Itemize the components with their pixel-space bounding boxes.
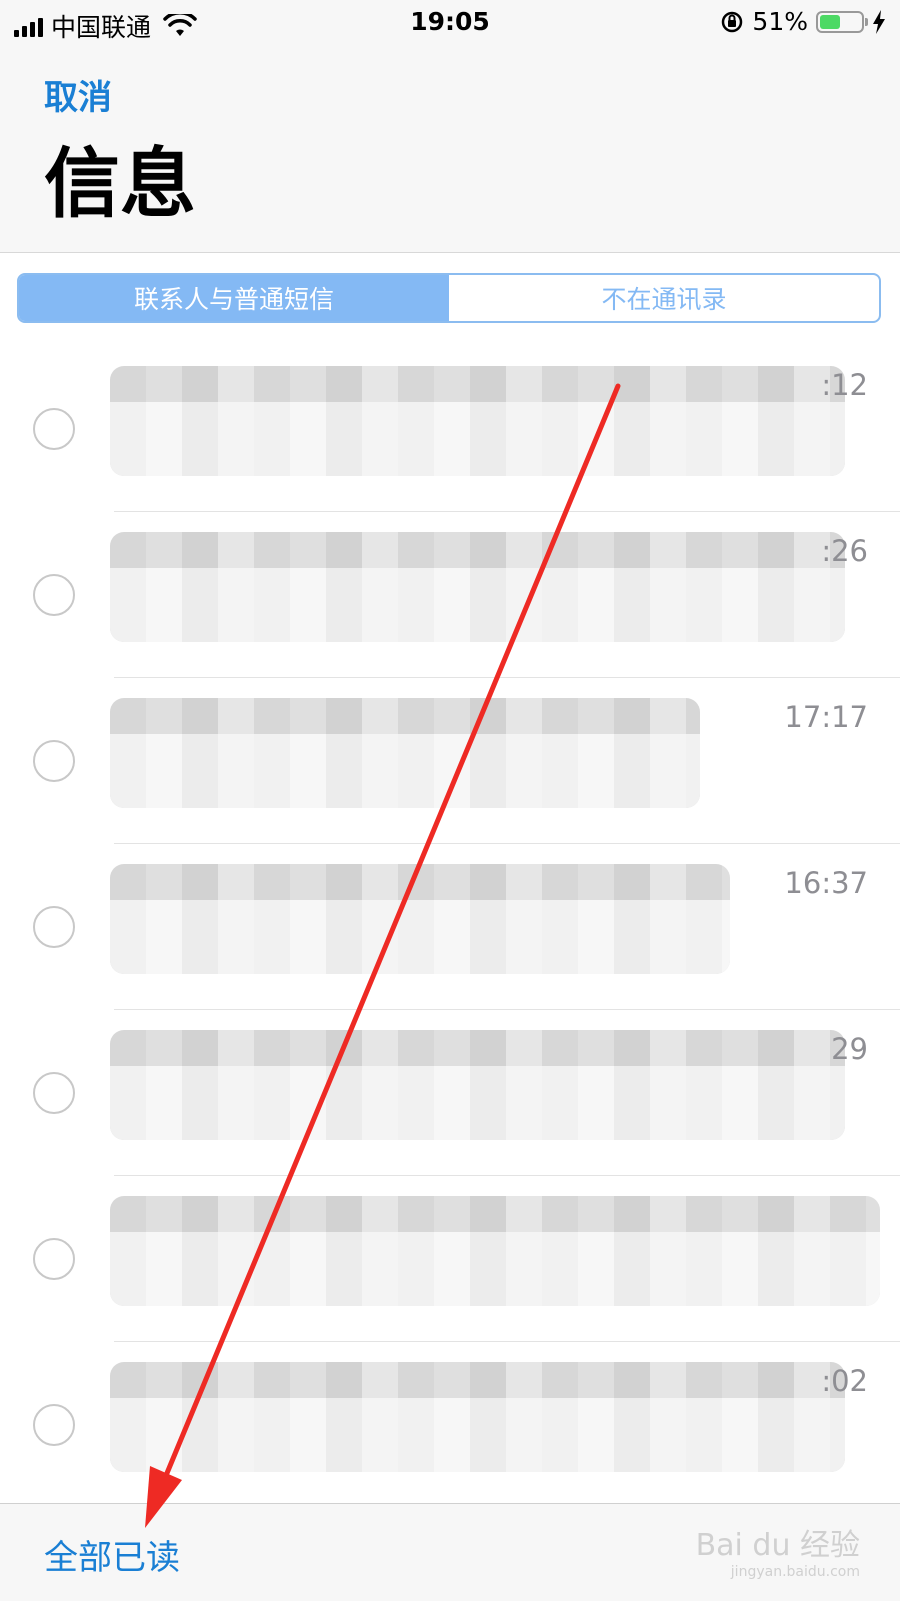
message-time: :02	[821, 1364, 868, 1398]
nav-header: 取消 信息	[0, 46, 900, 253]
message-time: :12	[821, 368, 868, 402]
bottom-toolbar: 全部已读 Bai du 经验 jingyan.baidu.com	[0, 1503, 900, 1601]
select-radio[interactable]	[33, 1072, 75, 1114]
select-radio[interactable]	[33, 408, 75, 450]
mark-all-read-button[interactable]: 全部已读	[44, 1530, 180, 1579]
redacted-content	[110, 698, 700, 808]
list-item[interactable]: :02	[0, 1342, 900, 1508]
redacted-content	[110, 366, 845, 476]
message-time: :26	[821, 534, 868, 568]
page-title: 信息	[44, 139, 196, 228]
segmented-control: 联系人与普通短信 不在通讯录	[17, 273, 881, 323]
battery-percent: 51%	[752, 7, 808, 36]
redacted-content	[110, 864, 730, 974]
list-item[interactable]: 29	[0, 1010, 900, 1176]
message-time: 17:17	[784, 700, 868, 734]
redacted-content	[110, 1030, 845, 1140]
select-radio[interactable]	[33, 1404, 75, 1446]
charging-icon	[873, 9, 885, 34]
tab-unknown-senders[interactable]: 不在通讯录	[449, 275, 879, 321]
watermark-text: Bai du 经验	[695, 1528, 860, 1563]
select-radio[interactable]	[33, 740, 75, 782]
message-time: 16:37	[784, 866, 868, 900]
status-right: 51%	[720, 7, 886, 36]
select-radio[interactable]	[33, 1238, 75, 1280]
list-item[interactable]: 17:17	[0, 678, 900, 844]
message-time: 29	[831, 1032, 868, 1066]
battery-icon	[816, 10, 868, 33]
redacted-content	[110, 532, 845, 642]
status-bar: 中国联通 19:05 51%	[0, 0, 900, 46]
cancel-button[interactable]: 取消	[44, 70, 112, 119]
list-item[interactable]: 16:37	[0, 844, 900, 1010]
select-radio[interactable]	[33, 906, 75, 948]
list-item[interactable]: :26	[0, 512, 900, 678]
watermark: Bai du 经验 jingyan.baidu.com	[696, 1520, 860, 1580]
tab-contacts-and-sms[interactable]: 联系人与普通短信	[19, 275, 449, 321]
redacted-content	[110, 1362, 845, 1472]
redacted-content	[110, 1196, 880, 1306]
list-item[interactable]	[0, 1176, 900, 1342]
watermark-sub: jingyan.baidu.com	[730, 1564, 860, 1580]
list-item[interactable]: :12	[0, 346, 900, 512]
select-radio[interactable]	[33, 574, 75, 616]
orientation-lock-icon	[722, 11, 743, 32]
message-list: :12 :26 17:17 16:37 29 :02	[0, 346, 900, 1508]
